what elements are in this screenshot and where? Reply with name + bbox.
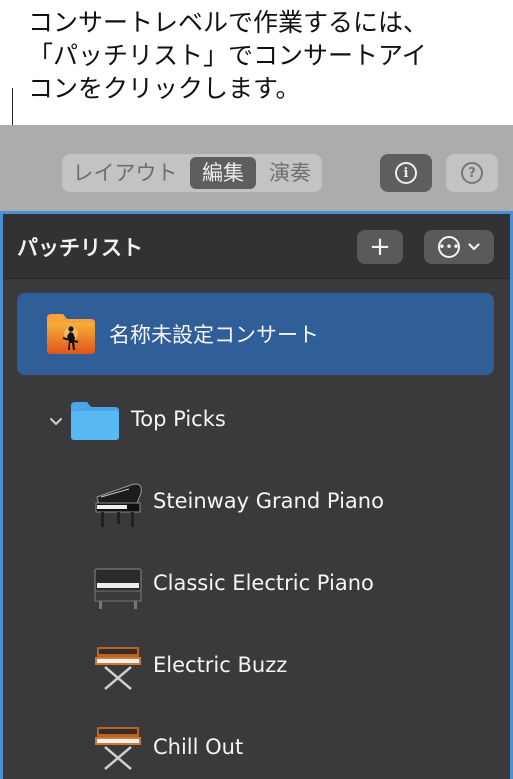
patch-row[interactable]: Electric Buzz [17,627,494,709]
patch-name: Classic Electric Piano [153,571,374,595]
electric-piano-icon [94,568,142,609]
concert-name: 名称未設定コンサート [109,323,319,347]
info-icon: i [395,162,417,184]
info-button[interactable]: i [380,154,432,192]
plus-icon: + [369,232,391,262]
patch-name: Chill Out [153,735,244,759]
patch-list-panel: パッチリスト + ••• 名称未設定コンサート Top Picks Steinw… [0,211,513,779]
set-row[interactable]: Top Picks [17,381,494,463]
concert-folder-icon [47,314,95,354]
grand-piano-icon [95,483,142,527]
synthesizer-icon [95,647,141,690]
chevron-down-icon [468,243,480,251]
add-button[interactable]: + [357,230,403,264]
patch-name: Electric Buzz [153,653,288,677]
panel-title: パッチリスト [17,236,143,260]
segment-layout[interactable]: レイアウト [68,157,182,189]
more-options-button[interactable]: ••• [424,230,494,264]
ellipsis-icon: ••• [438,236,460,258]
segment-edit[interactable]: 編集 [190,157,256,189]
help-icon: ? [461,162,483,184]
callout-line: コンサートレベルで作業するには、 [28,8,429,37]
disclosure-chevron-icon[interactable] [49,417,63,427]
patch-row[interactable]: Steinway Grand Piano [17,463,494,545]
patch-list-header: パッチリスト + ••• [3,214,510,279]
callout-line: コンをクリックします。 [28,74,301,103]
patch-name: Steinway Grand Piano [153,489,384,513]
help-button[interactable]: ? [446,154,498,192]
folder-icon [71,402,119,440]
callout-text: コンサートレベルで作業するには、 「パッチリスト」でコンサートアイ コンをクリッ… [28,6,498,105]
synthesizer-icon [95,727,141,770]
callout-line: 「パッチリスト」でコンサートアイ [28,41,427,70]
patch-row[interactable]: Classic Electric Piano [17,545,494,627]
patch-row[interactable]: Chill Out [17,709,494,779]
set-name: Top Picks [131,407,226,431]
segment-perform[interactable]: 演奏 [260,157,320,189]
concert-row[interactable]: 名称未設定コンサート [17,293,494,375]
